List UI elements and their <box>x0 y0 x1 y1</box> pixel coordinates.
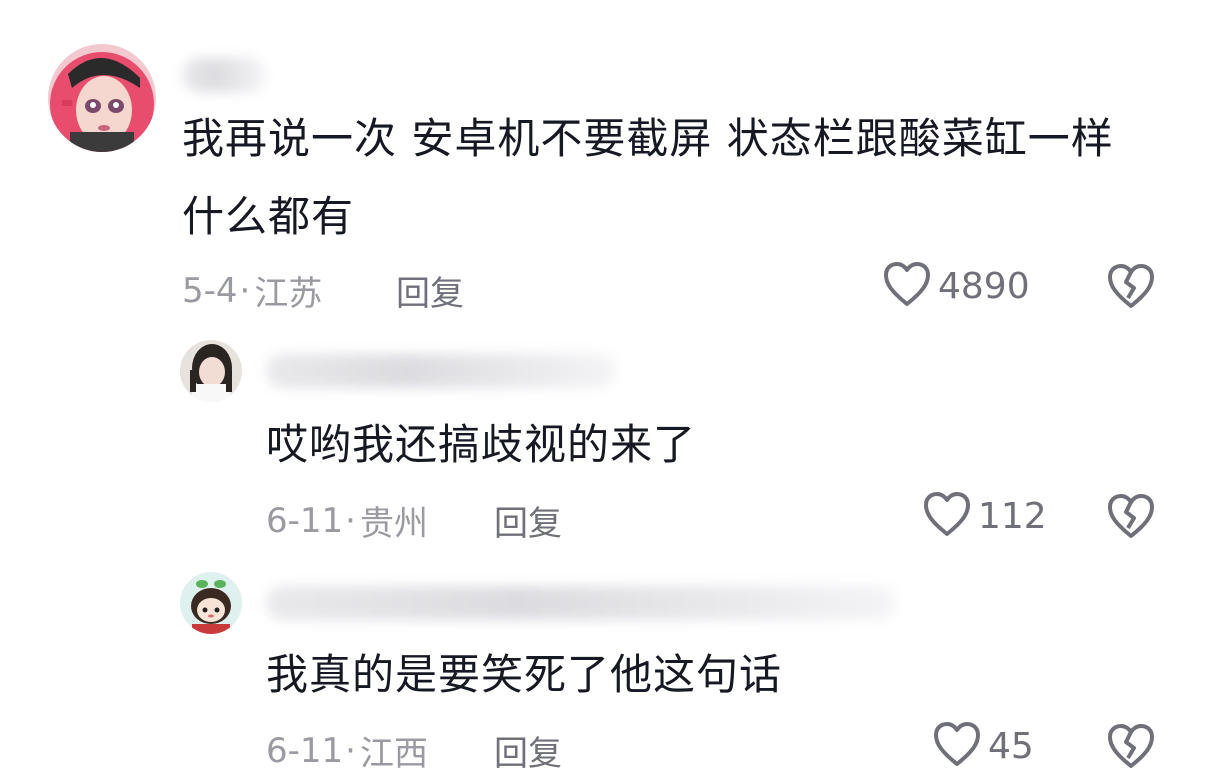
comment-meta: 6-11 · 江西 <box>266 726 428 775</box>
meta-separator: · <box>345 730 356 771</box>
like-count: 4890 <box>938 265 1030 307</box>
comment-meta: 6-11 · 贵州 <box>266 496 428 545</box>
avatar[interactable] <box>180 572 242 634</box>
avatar[interactable] <box>48 44 156 152</box>
comment-location: 江西 <box>359 734 428 774</box>
comment-date: 6-11 <box>266 730 344 771</box>
comment-location: 贵州 <box>359 504 428 544</box>
reply-item: 哎哟我还搞歧视的来了 6-11 · 贵州 回复 112 <box>0 330 1206 560</box>
broken-heart-icon <box>1106 494 1156 544</box>
comment-text-line: 我再说一次 安卓机不要截屏 状态栏跟酸菜缸一样 <box>182 114 1114 163</box>
comment-text: 哎哟我还搞歧视的来了 <box>266 406 696 484</box>
comment-text-line: 什么都有 <box>182 192 355 241</box>
like-button[interactable]: 45 <box>932 720 1034 772</box>
meta-separator: · <box>345 500 356 541</box>
username-blurred[interactable] <box>266 354 616 388</box>
username-blurred[interactable] <box>266 586 896 620</box>
broken-heart-icon <box>1106 264 1156 314</box>
avatar[interactable] <box>180 340 242 402</box>
like-button[interactable]: 112 <box>922 490 1047 542</box>
reply-button[interactable]: 回复 <box>494 726 562 775</box>
like-count: 112 <box>978 495 1047 537</box>
comment-location: 江苏 <box>254 274 323 314</box>
dislike-button[interactable] <box>1106 722 1156 774</box>
comment-text: 我再说一次 安卓机不要截屏 状态栏跟酸菜缸一样 什么都有 <box>182 100 1114 256</box>
comment-date: 5-4 <box>182 270 238 311</box>
heart-outline-icon <box>882 260 932 312</box>
comment-date: 6-11 <box>266 500 344 541</box>
meta-separator: · <box>239 270 251 311</box>
dislike-button[interactable] <box>1106 492 1156 544</box>
reply-button[interactable]: 回复 <box>396 266 464 315</box>
comment-text-line: 我真的是要笑死了他这句话 <box>266 650 783 699</box>
reply-button[interactable]: 回复 <box>494 496 562 545</box>
comment-meta: 5-4 · 江苏 <box>182 266 322 315</box>
heart-outline-icon <box>932 720 982 772</box>
reply-item: 我真的是要笑死了他这句话 6-11 · 江西 回复 45 <box>0 560 1206 777</box>
like-count: 45 <box>988 725 1034 767</box>
comment-item: 我再说一次 安卓机不要截屏 状态栏跟酸菜缸一样 什么都有 5-4 · 江苏 回复 4… <box>0 0 1206 330</box>
dislike-button[interactable] <box>1106 262 1156 314</box>
like-button[interactable]: 4890 <box>882 260 1030 312</box>
broken-heart-icon <box>1106 724 1156 774</box>
heart-outline-icon <box>922 490 972 542</box>
comment-text: 我真的是要笑死了他这句话 <box>266 636 782 714</box>
username-blurred[interactable] <box>182 58 266 92</box>
comment-text-line: 哎哟我还搞歧视的来了 <box>266 420 697 469</box>
